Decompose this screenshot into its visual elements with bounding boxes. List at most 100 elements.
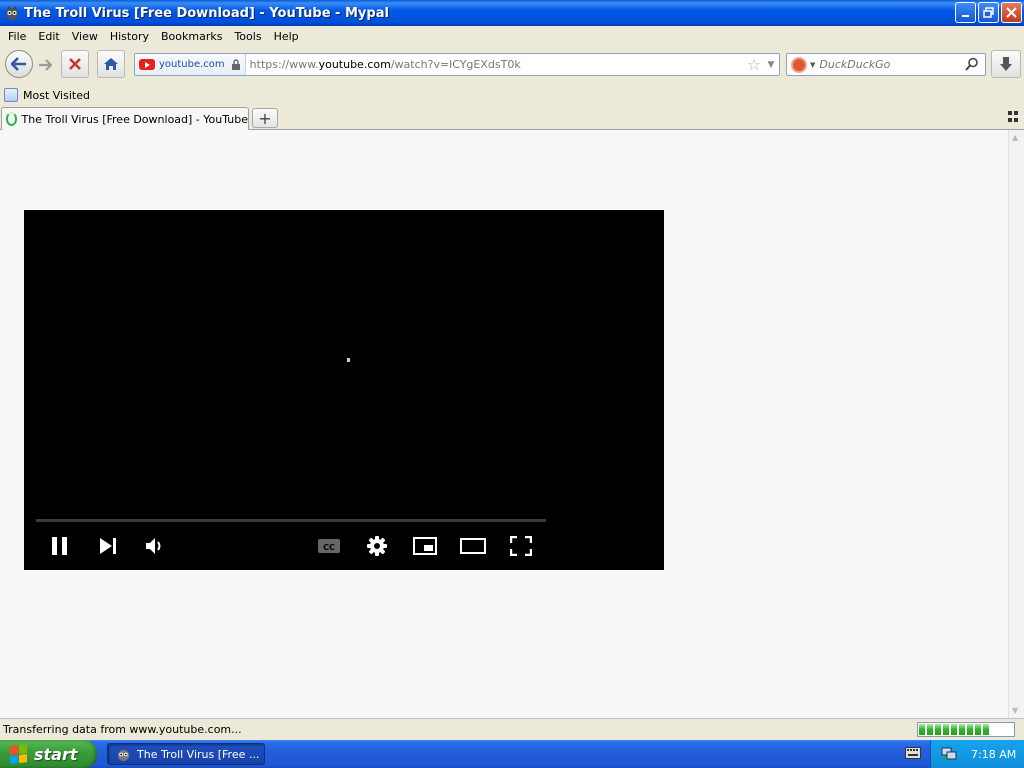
site-identity-box[interactable]: youtube.com	[135, 54, 246, 75]
video-progress-bar[interactable]	[36, 519, 546, 522]
loading-spinner-icon	[6, 112, 18, 126]
progress-segment	[967, 724, 973, 735]
windows-logo-icon	[10, 744, 28, 764]
scroll-up-arrow-icon[interactable]: ▲	[1012, 133, 1018, 142]
subtitles-button[interactable]: CC	[315, 532, 343, 560]
start-label: start	[34, 744, 78, 764]
home-button[interactable]	[97, 50, 125, 78]
stop-x-icon	[69, 58, 81, 70]
fullscreen-icon	[510, 536, 532, 556]
system-tray: 7:18 AM	[930, 740, 1024, 768]
search-bar[interactable]: ▼	[786, 53, 986, 76]
miniplayer-button[interactable]	[411, 532, 439, 560]
theater-mode-icon	[460, 538, 486, 554]
windows-taskbar: start The Troll Virus [Free ... 7:18 AM	[0, 740, 1024, 768]
taskbar-clock[interactable]: 7:18 AM	[971, 748, 1016, 761]
network-connection-icon[interactable]	[941, 747, 957, 761]
menu-history[interactable]: History	[104, 30, 155, 43]
close-button[interactable]	[1001, 2, 1022, 23]
forward-arrow-icon	[39, 59, 52, 71]
url-host: youtube.com	[318, 58, 391, 71]
window-titlebar[interactable]: The Troll Virus [Free Download] - YouTub…	[0, 0, 1024, 26]
minimize-button[interactable]	[955, 2, 976, 23]
tab-strip: The Troll Virus [Free Download] - YouTub…	[0, 106, 1024, 130]
bookmark-most-visited[interactable]: Most Visited	[23, 89, 90, 102]
back-arrow-icon	[11, 57, 26, 71]
home-icon	[104, 58, 118, 70]
url-text[interactable]: https://www.youtube.com/watch?v=lCYgEXds…	[250, 58, 745, 71]
volume-icon	[146, 538, 161, 554]
theater-mode-button[interactable]	[459, 532, 487, 560]
navigation-toolbar: youtube.com https://www.youtube.com/watc…	[0, 46, 1024, 84]
menu-edit[interactable]: Edit	[32, 30, 65, 43]
bookmarks-toolbar: Most Visited	[0, 84, 1024, 106]
page-content: CC	[0, 130, 1008, 718]
progress-segment	[935, 724, 941, 735]
closed-captions-icon: CC	[318, 539, 340, 553]
url-path: /watch?v=lCYgEXdsT0k	[390, 58, 521, 71]
gear-icon	[367, 536, 387, 556]
search-magnifier-icon[interactable]	[965, 57, 979, 71]
progress-segment	[975, 724, 981, 735]
next-track-icon	[100, 538, 116, 554]
loading-indicator	[347, 358, 350, 362]
status-text: Transferring data from www.youtube.com..…	[3, 723, 242, 736]
mypal-taskbar-icon	[117, 749, 130, 761]
page-load-progress	[917, 722, 1015, 737]
window-title: The Troll Virus [Free Download] - YouTub…	[24, 5, 389, 21]
bookmark-star-icon[interactable]: ☆	[745, 55, 763, 74]
url-prefix: https://www.	[249, 58, 319, 71]
most-visited-folder-icon	[4, 88, 18, 102]
keyboard-language-icon[interactable]	[905, 747, 921, 759]
back-button[interactable]	[5, 50, 33, 78]
list-all-tabs-icon[interactable]	[1008, 111, 1020, 123]
lock-icon	[231, 59, 240, 70]
taskbar-window-label: The Troll Virus [Free ...	[137, 747, 260, 761]
progress-segment	[959, 724, 965, 735]
mypal-app-icon	[6, 6, 18, 20]
tab-youtube[interactable]: The Troll Virus [Free Download] - YouTub…	[1, 107, 249, 130]
identity-domain: youtube.com	[159, 59, 225, 70]
menu-tools[interactable]: Tools	[228, 30, 267, 43]
settings-button[interactable]	[363, 532, 391, 560]
window-controls	[955, 2, 1022, 23]
scroll-down-arrow-icon[interactable]: ▼	[1012, 706, 1018, 715]
tab-label: The Troll Virus [Free Download] - YouTub…	[21, 112, 248, 126]
vertical-scrollbar[interactable]: ▲ ▼	[1008, 130, 1024, 718]
taskbar-window-button[interactable]: The Troll Virus [Free ...	[107, 743, 265, 765]
menu-help[interactable]: Help	[268, 30, 305, 43]
menu-file[interactable]: File	[2, 30, 32, 43]
restore-button[interactable]	[978, 2, 999, 23]
new-tab-button[interactable]: +	[252, 108, 278, 128]
url-history-dropmarker-icon[interactable]: ▼	[763, 60, 779, 70]
pause-button[interactable]	[46, 532, 74, 560]
downloads-button[interactable]	[991, 50, 1021, 78]
stop-button[interactable]	[61, 50, 89, 78]
minimize-icon	[961, 14, 969, 17]
next-video-button[interactable]	[94, 532, 122, 560]
video-player[interactable]: CC	[24, 210, 664, 570]
search-engine-dropdown-icon[interactable]: ▼	[810, 61, 815, 69]
youtube-favicon-icon	[139, 59, 155, 70]
volume-button[interactable]	[141, 532, 169, 560]
menu-view[interactable]: View	[66, 30, 104, 43]
svg-text:CC: CC	[323, 543, 335, 552]
start-button[interactable]: start	[0, 740, 97, 768]
menu-bookmarks[interactable]: Bookmarks	[155, 30, 228, 43]
download-arrow-icon	[1000, 57, 1012, 71]
status-bar: Transferring data from www.youtube.com..…	[0, 718, 1024, 740]
progress-segment	[919, 724, 925, 735]
fullscreen-button[interactable]	[507, 532, 535, 560]
search-input[interactable]	[819, 58, 960, 71]
duckduckgo-icon[interactable]	[791, 56, 807, 73]
menu-bar: File Edit View History Bookmarks Tools H…	[0, 26, 1024, 46]
miniplayer-icon	[413, 537, 437, 555]
forward-button[interactable]	[33, 54, 57, 76]
restore-icon	[982, 6, 994, 18]
progress-segment	[943, 724, 949, 735]
address-bar[interactable]: youtube.com https://www.youtube.com/watc…	[134, 53, 780, 76]
progress-segment	[983, 724, 989, 735]
pause-icon	[52, 537, 67, 555]
progress-segment	[927, 724, 933, 735]
progress-segment	[951, 724, 957, 735]
